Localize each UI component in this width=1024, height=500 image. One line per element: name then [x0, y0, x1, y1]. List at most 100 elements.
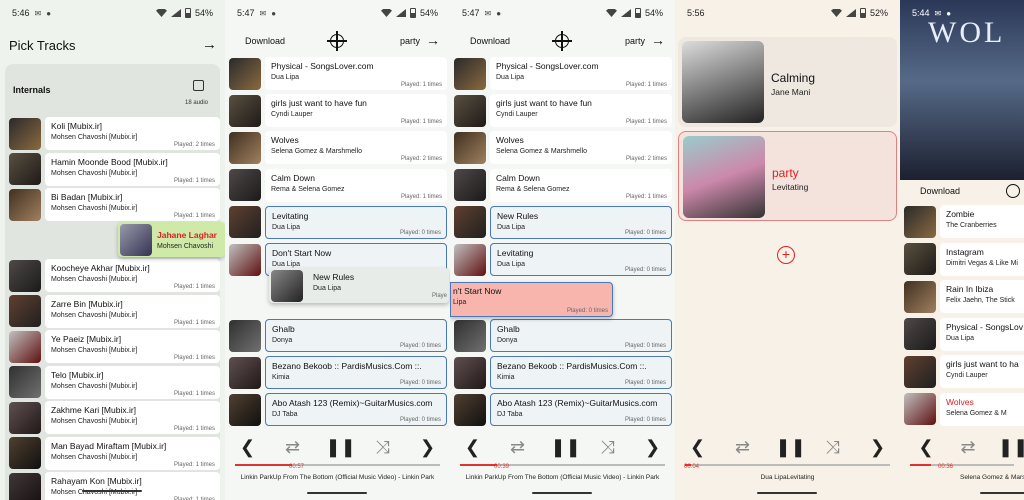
download-button[interactable]: Download [245, 36, 285, 46]
track-row[interactable]: Calm Down Rema & Selena Gomez Played: 1 … [454, 168, 672, 203]
playlist-name[interactable]: party [625, 36, 645, 46]
next-icon[interactable]: ❯ [416, 437, 440, 458]
playlist-card-party[interactable]: party Levitating [678, 131, 897, 221]
track-row[interactable]: Koocheye Akhar [Mubix.ir] Mohsen Chavosh… [9, 258, 220, 293]
progress-bar[interactable] [460, 464, 665, 466]
track-row[interactable]: Man Bayad Miraftam [Mubix.ir] Mohsen Cha… [9, 436, 220, 471]
repeat-icon[interactable]: ⇄ [506, 437, 530, 458]
download-button[interactable]: Download [920, 186, 960, 196]
track-title: Rahayam Kon [Mubix.ir] [51, 476, 142, 486]
track-title: Bi Badan [Mubix.ir] [51, 192, 123, 202]
wifi-icon [380, 9, 392, 17]
track-row[interactable]: Rahayam Kon [Mubix.ir] Mohsen Chavoshi [… [9, 471, 220, 500]
pause-icon[interactable]: ❚❚ [326, 437, 356, 458]
previous-icon[interactable]: ❮ [236, 437, 260, 458]
track-row[interactable]: Abo Atash 123 (Remix)~GuitarMusics.com D… [454, 392, 672, 427]
track-row[interactable]: girls just want to ha Cyndi Lauper [904, 354, 1024, 389]
track-row[interactable]: New Rules Dua Lipa Played: 0 times [454, 205, 672, 240]
next-arrow-icon[interactable]: → [202, 36, 217, 53]
track-row[interactable]: Calm Down Rema & Selena Gomez Played: 1 … [229, 168, 447, 203]
play-count: Played: 1 times [625, 193, 667, 200]
previous-icon[interactable]: ❮ [461, 437, 485, 458]
track-row[interactable]: Koli [Mubix.ir] Mohsen Chavoshi [Mubix.i… [9, 116, 220, 151]
previous-icon[interactable]: ❮ [686, 437, 710, 458]
track-art [454, 57, 486, 90]
pause-icon[interactable]: ❚❚ [998, 437, 1024, 458]
track-card: Ghalb Donya Played: 0 times [490, 319, 672, 352]
track-row[interactable]: Physical - SongsLover.com Dua Lipa Playe… [229, 56, 447, 91]
pick-tracks-screen: 5:46 ✉ ● 54% Pick Tracks → Internals 18 … [0, 0, 225, 500]
track-row[interactable]: Bezano Bekoob :: PardisMusics.Com ::. Ki… [229, 355, 447, 390]
repeat-icon[interactable]: ⇄ [731, 437, 755, 458]
dragged-track[interactable]: New Rules Dua Lipa Playe [269, 268, 449, 303]
track-card: Calm Down Rema & Selena Gomez Played: 1 … [490, 168, 672, 202]
track-artist: Mohsen Chavoshi [Mubix.ir] [51, 453, 138, 461]
track-row[interactable]: Hamin Moonde Bood [Mubix.ir] Mohsen Chav… [9, 152, 220, 187]
shuffle-icon[interactable]: ⤨ [596, 437, 620, 458]
track-row[interactable]: Bi Badan [Mubix.ir] Mohsen Chavoshi [Mub… [9, 187, 220, 222]
target-icon[interactable] [552, 31, 572, 51]
dragged-track[interactable]: n't Start Now Lipa Played: 0 times [450, 282, 613, 317]
progress-bar[interactable] [685, 464, 890, 466]
target-icon[interactable] [327, 31, 347, 51]
track-art [454, 243, 486, 276]
next-icon[interactable]: ❯ [641, 437, 665, 458]
repeat-icon[interactable]: ⇄ [281, 437, 305, 458]
gesture-bar [980, 492, 1024, 494]
track-row[interactable]: Levitating Dua Lipa Played: 0 times [454, 242, 672, 277]
track-row[interactable]: Abo Atash 123 (Remix)~GuitarMusics.com D… [229, 392, 447, 427]
status-bar: 5:56 52% [675, 0, 900, 26]
shuffle-icon[interactable]: ⤨ [821, 437, 845, 458]
play-count: Played: 1 times [625, 82, 667, 88]
track-title: New Rules [497, 210, 539, 221]
track-row[interactable]: Levitating Dua Lipa Played: 0 times [229, 205, 447, 240]
add-playlist-icon[interactable]: + [777, 246, 795, 264]
track-row[interactable]: Ghalb Donya Played: 0 times [454, 318, 672, 353]
playlist-card-calming[interactable]: Calming Jane Mani [678, 37, 897, 127]
select-all-checkbox[interactable] [193, 80, 204, 91]
track-row[interactable]: Wolves Selena Gomez & Marshmello Played:… [229, 130, 447, 165]
pause-icon[interactable]: ❚❚ [551, 437, 581, 458]
target-icon[interactable] [1006, 184, 1020, 198]
track-row[interactable]: Physical - SongsLov Dua Lipa [904, 317, 1024, 352]
playlist-name[interactable]: party [400, 36, 420, 46]
progress-bar[interactable] [910, 464, 1014, 466]
signal-icon [395, 9, 406, 17]
progress-bar[interactable] [235, 464, 440, 466]
play-count: Played: 1 times [173, 319, 215, 326]
track-row[interactable]: Zarre Bin [Mubix.ir] Mohsen Chavoshi [Mu… [9, 294, 220, 329]
track-row[interactable]: Zombie The Cranberries [904, 204, 1024, 239]
shuffle-icon[interactable]: ⤨ [371, 437, 395, 458]
track-row[interactable]: Ye Paeiz [Mubix.ir] Mohsen Chavoshi [Mub… [9, 329, 220, 364]
track-row[interactable]: Wolves Selena Gomez & Marshmello Played:… [454, 130, 672, 165]
play-count: Played: 1 times [173, 355, 215, 361]
next-arrow-icon[interactable]: → [651, 32, 665, 48]
track-row[interactable]: Zakhme Kari [Mubix.ir] Mohsen Chavoshi [… [9, 400, 220, 435]
status-time: 5:44 [912, 8, 930, 18]
track-row[interactable]: Wolves Selena Gomez & M [904, 392, 1024, 427]
pause-icon[interactable]: ❚❚ [776, 437, 806, 458]
track-row[interactable]: Telo [Mubix.ir] Mohsen Chavoshi [Mubix.i… [9, 365, 220, 400]
download-button[interactable]: Download [470, 36, 510, 46]
track-title: Physical - SongsLover.com [496, 61, 599, 71]
player-controls: ❮ ⇄ ❚❚ ⤨ ❯ [450, 437, 675, 458]
repeat-icon[interactable]: ⇄ [956, 437, 980, 458]
track-artist: Dua Lipa [271, 74, 300, 81]
track-title: New Rules [313, 272, 355, 282]
next-icon[interactable]: ❯ [866, 437, 890, 458]
track-row[interactable]: girls just want to have fun Cyndi Lauper… [454, 93, 672, 128]
dragged-track[interactable]: Jahane Laghar Mohsen Chavoshi [118, 222, 225, 257]
track-card: Ye Paeiz [Mubix.ir] Mohsen Chavoshi [Mub… [45, 330, 220, 363]
track-row[interactable]: girls just want to have fun Cyndi Lauper… [229, 93, 447, 128]
track-row[interactable]: Instagram Dimitri Vegas & Like Mi [904, 242, 1024, 277]
track-row[interactable]: Bezano Bekoob :: PardisMusics.Com ::. Ki… [454, 355, 672, 390]
previous-icon[interactable]: ❮ [914, 437, 938, 458]
track-row[interactable]: Ghalb Donya Played: 0 times [229, 318, 447, 353]
track-row[interactable]: Rain In Ibiza Felix Jaehn, The Stick [904, 279, 1024, 314]
track-row[interactable]: Physical - SongsLover.com Dua Lipa Playe… [454, 56, 672, 91]
track-title: n't Start Now [453, 286, 502, 296]
message-icon: ✉ [259, 8, 267, 18]
now-playing: Selena Gomez & Marshm [960, 474, 1024, 481]
next-arrow-icon[interactable]: → [426, 32, 440, 48]
track-title: Abo Atash 123 (Remix)~GuitarMusics.com [497, 398, 658, 409]
